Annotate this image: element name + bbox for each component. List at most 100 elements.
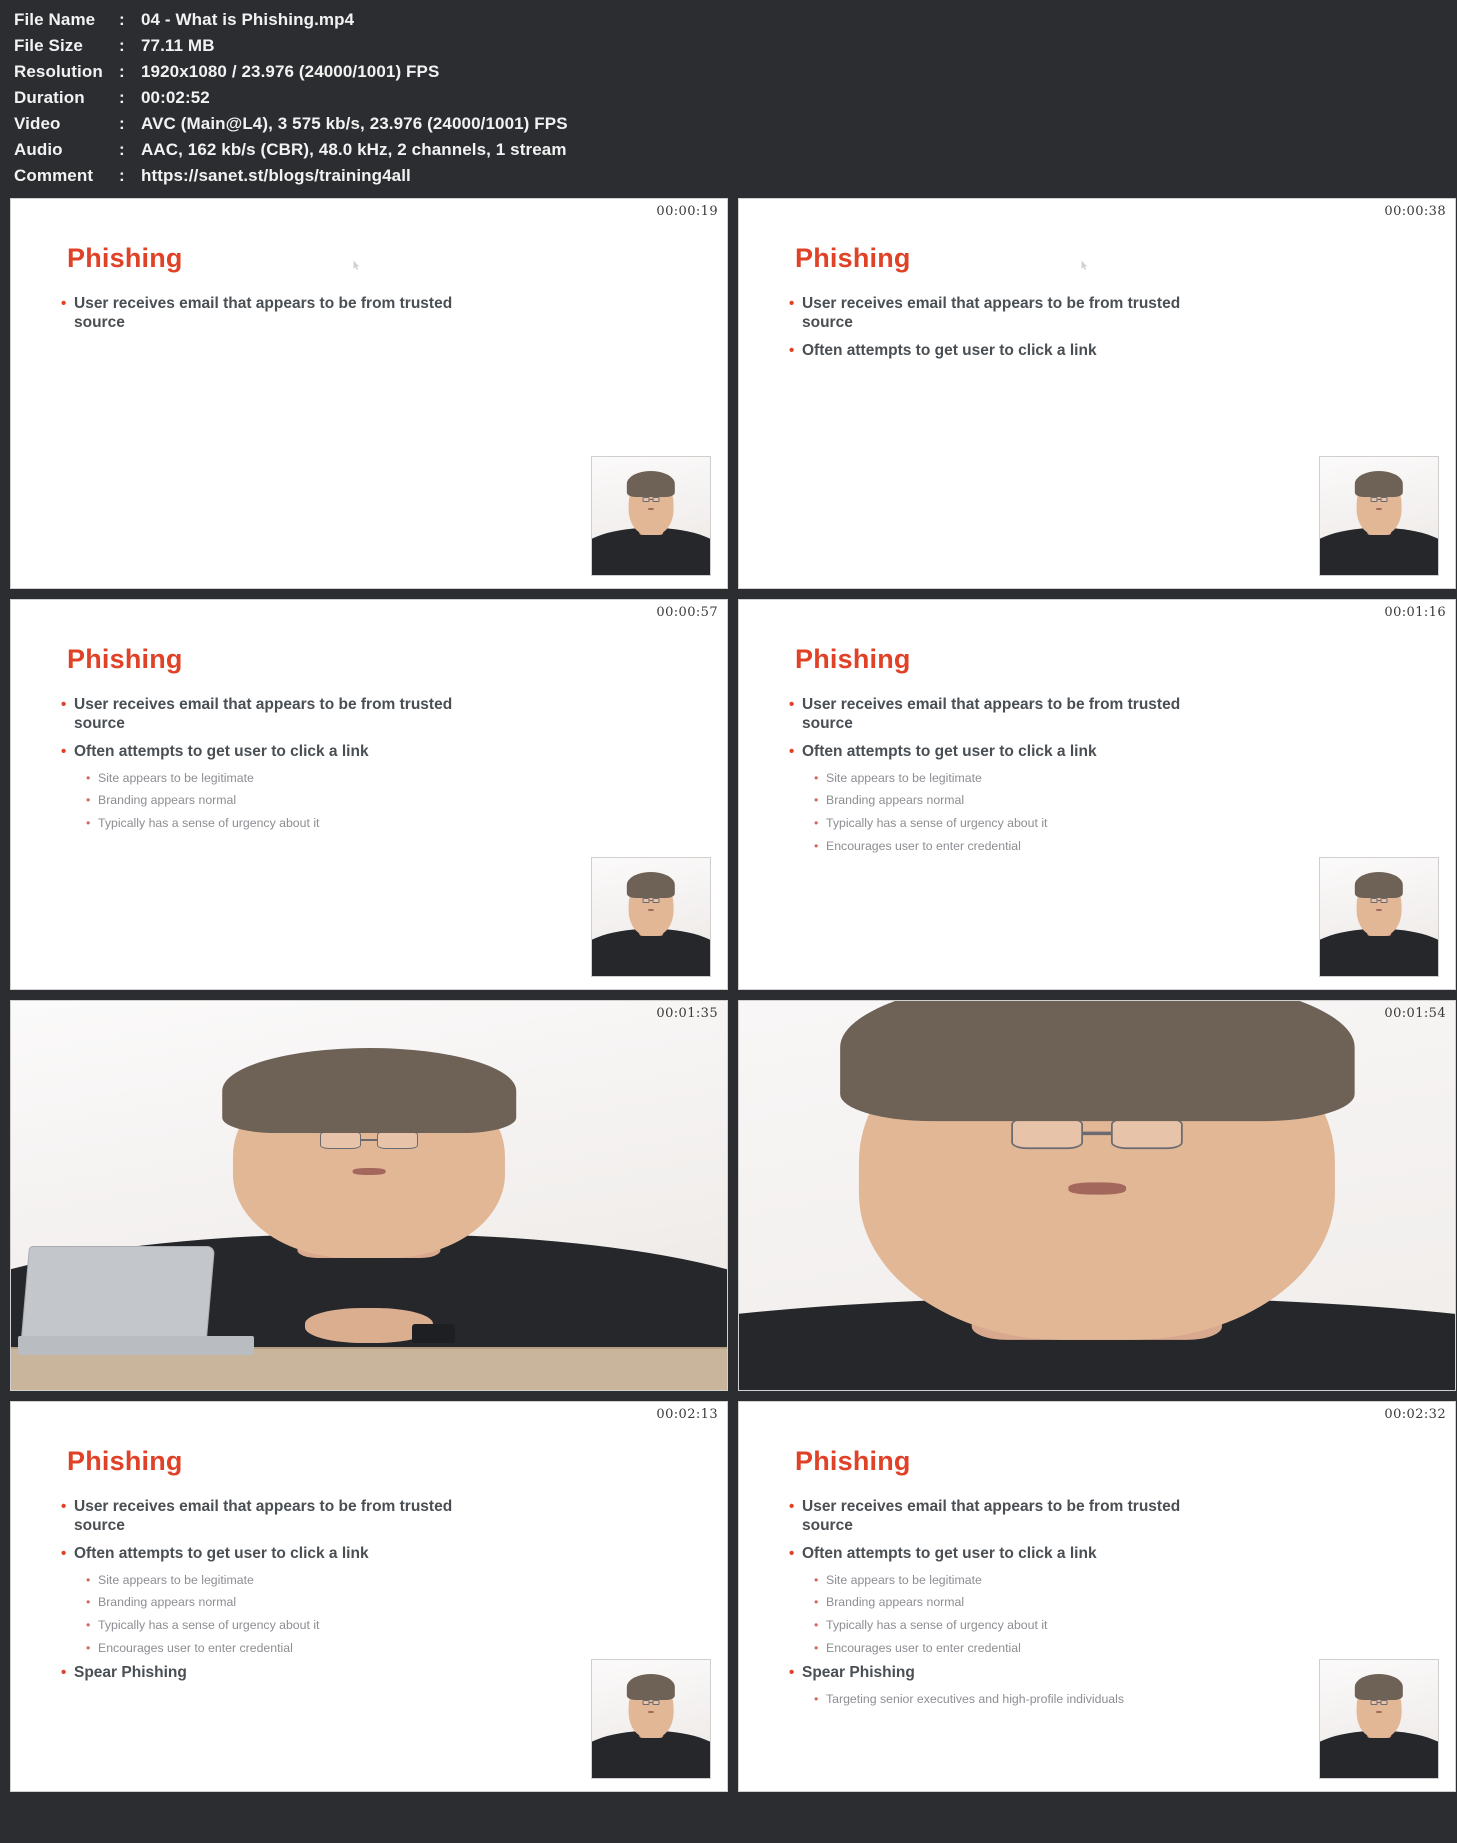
bullet-text: Branding appears normal	[826, 793, 965, 808]
media-info-header: File Name:04 - What is Phishing.mp4 File …	[0, 0, 1457, 198]
slide-bullet: • Often attempts to get user to click a l…	[789, 743, 1219, 762]
slide-bullet-list: • User receives email that appears to be …	[61, 295, 491, 342]
bullet-dot-icon: •	[61, 696, 67, 713]
glasses-left-lens	[320, 1131, 362, 1149]
bullet-text: Branding appears normal	[98, 1595, 237, 1610]
bullet-text: Site appears to be legitimate	[826, 1572, 982, 1587]
media-info-separator: :	[119, 36, 125, 55]
bullet-text: Often attempts to get user to click a li…	[74, 742, 369, 760]
bullet-dot-icon: •	[86, 770, 91, 785]
thumbnail-cell[interactable]: Phishing • User receives email that appear…	[10, 198, 728, 589]
slide-sub-bullet: • Site appears to be legitimate	[814, 771, 1219, 786]
glasses-icon	[1370, 1699, 1388, 1705]
hair	[840, 1001, 1354, 1122]
slide-title: Phishing	[795, 644, 911, 674]
bullet-text: User receives email that appears to be f…	[802, 696, 1181, 732]
thumbnail-timestamp: 00:02:32	[1384, 1407, 1446, 1422]
bullet-text: Branding appears normal	[826, 1595, 965, 1610]
slide-bullet: • User receives email that appears to be …	[789, 295, 1219, 333]
bullet-text: Site appears to be legitimate	[98, 770, 254, 785]
slide-title: Phishing	[795, 1446, 911, 1476]
slide-bullet: • User receives email that appears to be …	[61, 696, 491, 734]
media-info-label: Audio	[14, 140, 63, 159]
glasses-icon	[1370, 897, 1388, 903]
presenter-picture-in-picture	[591, 857, 711, 977]
bullet-dot-icon: •	[789, 1663, 795, 1681]
presenter-figure	[592, 457, 710, 575]
media-info-value: 04 - What is Phishing.mp4	[141, 10, 355, 29]
bullet-dot-icon: •	[86, 1572, 91, 1587]
thumbnail-cell[interactable]: Phishing • User receives email that appear…	[738, 1401, 1456, 1792]
slide-sub-bullet: • Branding appears normal	[86, 793, 491, 808]
slide-title: Phishing	[67, 1446, 183, 1476]
bullet-text: Site appears to be legitimate	[98, 1572, 254, 1587]
thumbnail-cell[interactable]: Phishing • User receives email that appear…	[10, 599, 728, 990]
thumbnail-timestamp: 00:02:13	[656, 1407, 718, 1422]
thumbnail-cell[interactable]: Phishing • User receives email that appear…	[10, 1401, 728, 1792]
bullet-text: Spear Phishing	[74, 1663, 187, 1681]
bullet-text: Typically has a sense of urgency about i…	[98, 1618, 320, 1633]
mouth	[648, 507, 654, 510]
media-info-label: Comment	[14, 166, 94, 185]
bullet-dot-icon: •	[86, 1595, 91, 1610]
media-info-label: Duration	[14, 88, 85, 107]
thumbnail-cell[interactable]: 00:01:35	[10, 1000, 728, 1391]
media-info-separator: :	[119, 166, 125, 185]
thumbnail-cell[interactable]: Phishing • User receives email that appear…	[738, 198, 1456, 589]
slide-bullet: • User receives email that appears to be …	[61, 295, 491, 333]
bullet-text: Encourages user to enter credential	[826, 1640, 1021, 1655]
slide-bullet: • Often attempts to get user to click a l…	[61, 1545, 491, 1564]
thumbnail-timestamp: 00:00:57	[656, 605, 718, 620]
slide-bullet-list: • User receives email that appears to be …	[789, 1498, 1219, 1714]
bullet-dot-icon: •	[86, 1640, 91, 1655]
slide-sub-bullet: • Encourages user to enter credential	[814, 839, 1219, 854]
slide-bullet-list: • User receives email that appears to be …	[789, 696, 1219, 862]
bullet-text: Site appears to be legitimate	[826, 770, 982, 785]
slide-title: Phishing	[67, 243, 183, 273]
presenter-figure	[11, 1001, 727, 1390]
presenter-figure	[1320, 457, 1438, 575]
bullet-text: Spear Phishing	[802, 1663, 915, 1681]
media-info-row: Resolution:1920x1080 / 23.976 (24000/100…	[14, 62, 1457, 88]
slide-bullet: • Spear Phishing	[61, 1664, 491, 1683]
slide-bullet: • Spear Phishing	[789, 1664, 1219, 1683]
slide-title: Phishing	[795, 243, 911, 273]
thumbnail-cell[interactable]: 00:01:54	[738, 1000, 1456, 1391]
bullet-text: Targeting senior executives and high-pro…	[826, 1691, 1125, 1706]
glasses-right-lens	[652, 897, 660, 903]
glasses-bridge	[361, 1139, 377, 1141]
glasses-icon	[642, 1699, 660, 1705]
slide-sub-bullet: • Typically has a sense of urgency about …	[814, 816, 1219, 831]
hair	[626, 1674, 676, 1701]
slide-title: Phishing	[67, 644, 183, 674]
bullet-text: Often attempts to get user to click a li…	[802, 742, 1097, 760]
bullet-dot-icon: •	[61, 1544, 67, 1562]
media-info-separator: :	[119, 114, 125, 133]
bullet-dot-icon: •	[814, 816, 819, 831]
glasses-icon	[642, 496, 660, 502]
slide-sub-bullet: • Typically has a sense of urgency about …	[814, 1618, 1219, 1633]
presenter-picture-in-picture	[591, 456, 711, 576]
mouth	[648, 908, 654, 911]
wristwatch	[411, 1323, 455, 1344]
bullet-dot-icon: •	[789, 341, 795, 359]
bullet-dot-icon: •	[814, 838, 819, 853]
mouth	[1376, 1710, 1382, 1713]
thumbnail-contact-sheet: Phishing • User receives email that appear…	[0, 198, 1457, 1802]
media-info-separator: :	[119, 140, 125, 159]
hair	[1354, 872, 1404, 899]
media-info-row: Duration:00:02:52	[14, 88, 1457, 114]
thumbnail-timestamp: 00:00:38	[1384, 204, 1446, 219]
bullet-dot-icon: •	[61, 1498, 67, 1515]
thumbnail-cell[interactable]: Phishing • User receives email that appear…	[738, 599, 1456, 990]
media-info-separator: :	[119, 10, 125, 29]
bullet-text: User receives email that appears to be f…	[74, 1498, 453, 1534]
media-info-label: File Size	[14, 36, 83, 55]
bullet-text: User receives email that appears to be f…	[802, 1498, 1181, 1534]
bullet-text: Typically has a sense of urgency about i…	[826, 1618, 1048, 1633]
mouth	[1376, 507, 1382, 510]
slide-bullet-list: • User receives email that appears to be …	[789, 295, 1219, 370]
shirt	[1320, 1730, 1438, 1778]
video-frame	[739, 1001, 1455, 1390]
media-info-value: AVC (Main@L4), 3 575 kb/s, 23.976 (24000…	[141, 114, 568, 133]
